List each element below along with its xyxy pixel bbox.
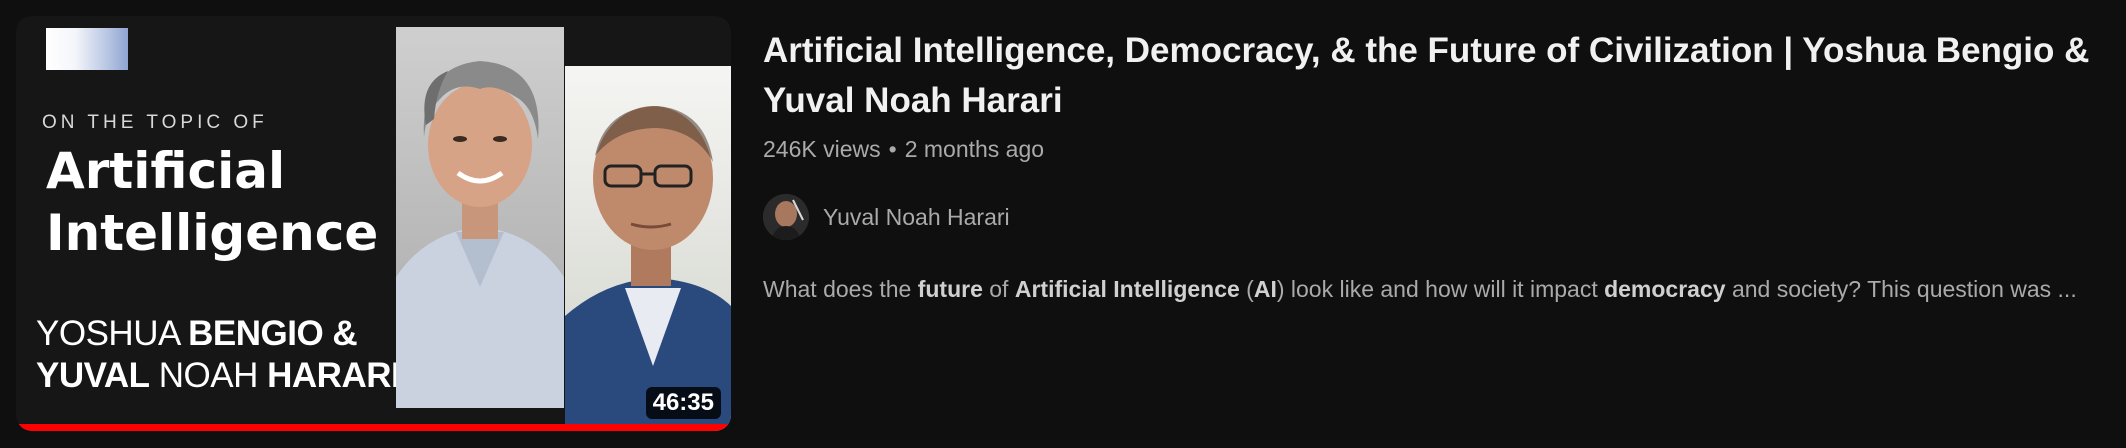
- bengio-portrait: [396, 27, 564, 408]
- video-description-snippet: What does the future of Artificial Intel…: [763, 274, 2103, 304]
- watch-progress-bar: [16, 424, 731, 431]
- guest-2-last: HARARI: [267, 356, 401, 395]
- description-text: of: [982, 276, 1015, 302]
- guest-name-1: YOSHUA BENGIO &: [36, 314, 358, 353]
- watch-progress-fill: [16, 424, 731, 431]
- description-highlight: democracy: [1604, 276, 1726, 302]
- meta-separator: •: [888, 136, 897, 162]
- upload-age: 2 months ago: [904, 136, 1045, 162]
- video-title[interactable]: Artificial Intelligence, Democracy, & th…: [763, 26, 2103, 126]
- guest-2-first: YUVAL: [36, 356, 150, 395]
- duration-badge: 46:35: [645, 386, 721, 419]
- topic-line-2: Intelligence: [46, 204, 379, 262]
- avatar-image[interactable]: [763, 194, 809, 240]
- description-highlight: future: [917, 276, 983, 302]
- description-text: and society? This question was ...: [1725, 276, 2077, 302]
- guest-name-2: YUVAL NOAH HARARI: [36, 356, 401, 395]
- harari-portrait: [565, 66, 731, 431]
- description-text: (: [1239, 276, 1254, 302]
- channel-row[interactable]: Yuval Noah Harari: [763, 194, 2103, 240]
- channel-logo: [46, 28, 128, 70]
- guest-2-middle: NOAH: [158, 356, 259, 395]
- topic-kicker: ON THE TOPIC OF: [42, 112, 268, 133]
- description-highlight: AI: [1253, 276, 1277, 302]
- video-details: Artificial Intelligence, Democracy, & th…: [763, 26, 2103, 304]
- guest-1-last: BENGIO &: [188, 314, 358, 353]
- topic-line-1: Artificial: [46, 142, 286, 200]
- view-count: 246K views: [763, 136, 881, 162]
- video-metadata: 246K views • 2 months ago: [763, 134, 2103, 164]
- channel-name[interactable]: Yuval Noah Harari: [823, 204, 1010, 231]
- video-thumbnail[interactable]: ON THE TOPIC OF Artificial Intelligence …: [16, 16, 731, 431]
- description-text: ) look like and how will it impact: [1276, 276, 1605, 302]
- guest-1-first: YOSHUA: [36, 314, 179, 353]
- description-highlight: Artificial Intelligence: [1014, 276, 1240, 302]
- description-text: What does the: [763, 276, 918, 302]
